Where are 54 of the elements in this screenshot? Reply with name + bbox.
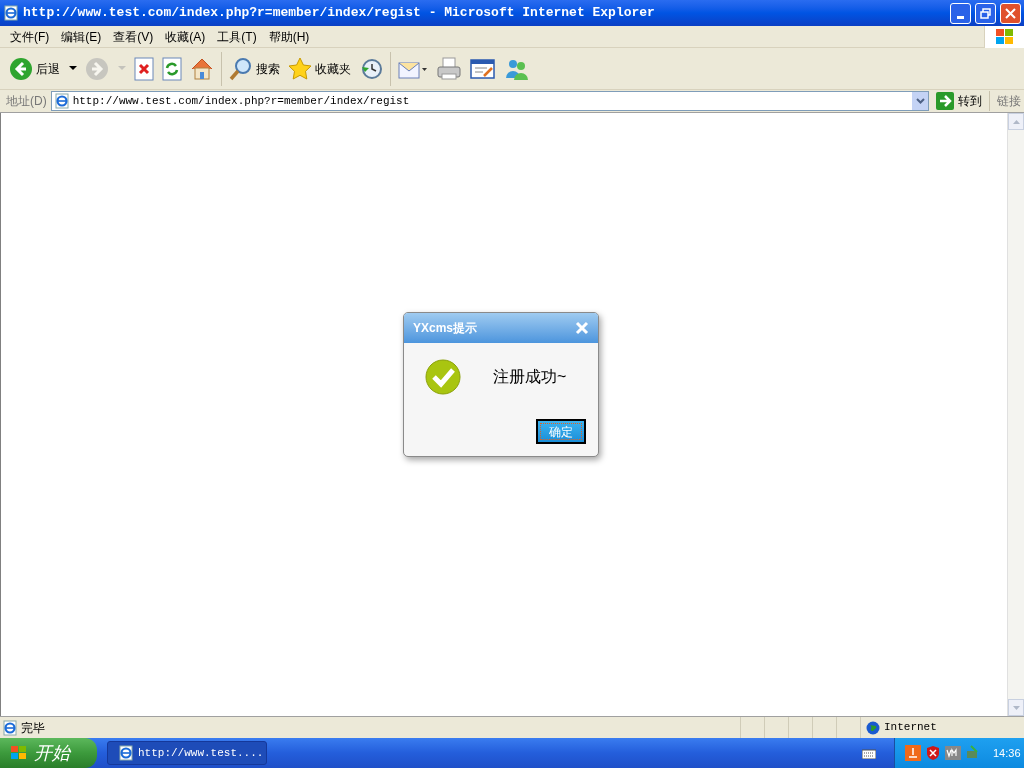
windows-logo-icon — [10, 745, 28, 761]
scrollbar[interactable] — [1007, 113, 1024, 716]
favorites-button[interactable]: 收藏夹 — [285, 52, 354, 85]
caret-icon — [69, 66, 77, 71]
menu-item[interactable]: 查看(V) — [107, 27, 160, 46]
menu-item[interactable]: 工具(T) — [211, 27, 263, 46]
restore-button[interactable] — [975, 2, 996, 24]
minimize-button[interactable] — [950, 2, 971, 24]
start-button[interactable]: 开始 — [0, 738, 97, 768]
house-icon — [190, 56, 214, 81]
shield-icon[interactable] — [925, 745, 941, 761]
clock: 14:36 — [993, 745, 1021, 761]
restore-icon — [980, 7, 991, 19]
menu-item[interactable]: 帮助(H) — [262, 27, 316, 46]
close-button[interactable] — [1000, 2, 1021, 24]
refresh-icon — [162, 56, 182, 81]
chevron-down-icon — [915, 98, 925, 104]
security-zone: Internet — [884, 720, 937, 736]
menu-item[interactable]: 编辑(E) — [55, 27, 108, 46]
keyboard-icon — [862, 747, 876, 759]
ie-icon — [3, 5, 19, 21]
up-arrow-icon — [1012, 119, 1020, 124]
search-button[interactable]: 搜索 — [226, 52, 283, 85]
stop-icon — [134, 56, 154, 81]
ie-page-icon — [2, 719, 18, 736]
search-icon — [229, 56, 253, 81]
go-button[interactable]: 转到 — [933, 92, 985, 110]
menu-item[interactable]: 收藏(A) — [159, 27, 212, 46]
close-icon[interactable] — [575, 321, 589, 335]
right-arrow-icon — [936, 92, 954, 110]
star-icon — [288, 56, 312, 81]
dialog-title: YXcms提示 — [413, 320, 478, 337]
links-button[interactable]: 链接 — [994, 92, 1024, 110]
clock-icon — [359, 56, 383, 81]
close-icon — [1005, 7, 1016, 19]
dropdown-button[interactable] — [912, 92, 928, 110]
checkmark-icon — [425, 359, 461, 395]
caret-icon — [118, 66, 126, 71]
menu-item[interactable]: 文件(F) — [4, 27, 56, 46]
status-text: 完毕 — [21, 719, 45, 737]
dialog-message: 注册成功~ — [493, 367, 567, 387]
document-pencil-icon — [470, 56, 496, 81]
printer-icon — [436, 56, 462, 81]
window-title: http://www.test.com/index.php?r=member/index/regist - Microsoft Internet Explorer — [23, 4, 656, 23]
address-field[interactable]: http://www.test.com/index.php?r=member/index/regist — [50, 91, 929, 111]
down-arrow-icon — [1012, 705, 1020, 710]
taskbar-window-button[interactable]: http://www.test.... — [107, 741, 267, 765]
ie-icon — [118, 745, 134, 761]
address-label: 地址(D) — [6, 93, 47, 110]
windows-logo-icon — [994, 27, 1015, 46]
globe-icon — [866, 720, 880, 735]
ie-page-icon — [53, 93, 70, 109]
back-button[interactable]: 后退 — [6, 52, 80, 85]
vm-tray-icon[interactable] — [945, 746, 961, 760]
